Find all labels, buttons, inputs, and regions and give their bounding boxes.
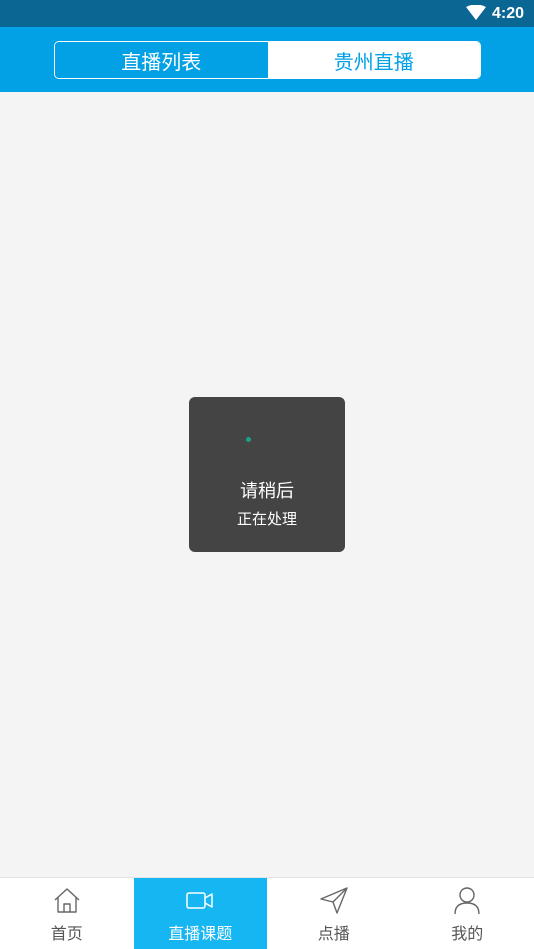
tab-guizhou-live[interactable]: 贵州直播 (267, 42, 480, 78)
segmented-control: 直播列表 贵州直播 (54, 41, 481, 79)
loading-spinner-icon (246, 437, 251, 442)
status-bar: 4:20 (0, 0, 534, 27)
bottom-tab-bar: 首页 直播课题 点播 我的 (0, 877, 534, 949)
status-time: 4:20 (491, 5, 524, 22)
tabbar-label-live-topics: 直播课题 (168, 924, 233, 943)
loading-dialog: 请稍后 正在处理 (189, 397, 345, 552)
tabbar-item-live-topics[interactable]: 直播课题 (133, 878, 267, 949)
loading-subtitle: 正在处理 (236, 510, 297, 528)
header: 直播列表 贵州直播 (0, 27, 534, 92)
video-camera-icon (186, 892, 213, 909)
wifi-icon (466, 5, 486, 20)
tabbar-label-vod: 点播 (317, 924, 350, 943)
tabbar-label-home: 首页 (50, 924, 83, 943)
tab-live-list[interactable]: 直播列表 (55, 42, 268, 78)
tabbar-item-mine[interactable]: 我的 (401, 878, 534, 949)
paper-plane-icon (320, 887, 348, 914)
tabbar-item-vod[interactable]: 点播 (267, 878, 401, 949)
loading-title: 请稍后 (240, 481, 294, 502)
user-icon (454, 887, 480, 915)
home-icon (54, 888, 80, 913)
tabbar-label-mine: 我的 (451, 924, 484, 943)
tabbar-item-home[interactable]: 首页 (0, 878, 134, 949)
